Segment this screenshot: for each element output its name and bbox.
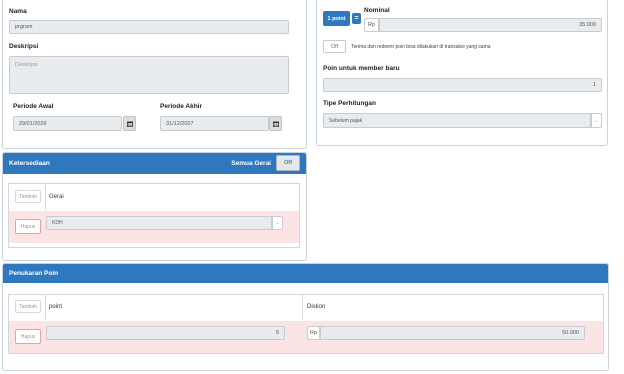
deskripsi-label: Deskripsi [9, 43, 39, 50]
same-transaction-text: Terima dan redeem poin bisa dilakukan di… [351, 44, 491, 50]
tipe-perhitungan-label: Tipe Perhitungan [323, 100, 376, 107]
same-transaction-toggle[interactable]: Off [323, 40, 346, 53]
calendar-icon [272, 121, 279, 127]
ketersediaan-header: Ketersediaan Semua Gerai Off [3, 153, 306, 174]
point-badge: 1 point [323, 11, 350, 26]
penukaran-row: Hapus 5 Rp 50.000 [9, 321, 603, 353]
gerai-column-divider [45, 184, 46, 210]
gerai-column-header: Gerai [49, 194, 64, 200]
tipe-perhitungan-dropdown-button[interactable]: ⌄ [591, 113, 602, 128]
gerai-select[interactable]: KDH [46, 216, 272, 230]
nama-input[interactable]: prgram [9, 20, 289, 34]
diskon-column-divider [302, 295, 303, 320]
periode-awal-label: Periode Awal [13, 103, 54, 110]
chevron-down-icon: ⌄ [275, 220, 280, 226]
tambah-penukaran-button[interactable]: Tambah [15, 300, 41, 313]
hapus-gerai-button[interactable]: Hapus [15, 219, 41, 234]
point-column-header: point [49, 304, 63, 310]
periode-akhir-label: Periode Akhir [160, 103, 203, 110]
poin-settings-panel: 1 point = Nominal Rp 35.000 Off Terima d… [316, 0, 608, 146]
periode-akhir-input[interactable]: 31/12/2027 [160, 116, 269, 131]
nominal-currency-addon: Rp [364, 18, 379, 32]
gerai-table: Tambah Gerai Hapus KDH ⌄ [8, 183, 300, 248]
equals-badge: = [352, 13, 361, 24]
diskon-input[interactable]: 50.000 [320, 326, 585, 340]
diskon-currency-addon: Rp [307, 326, 320, 340]
calendar-icon [126, 121, 133, 127]
hapus-penukaran-button[interactable]: Hapus [15, 329, 41, 344]
ketersediaan-title: Ketersediaan [9, 160, 50, 167]
member-baru-label: Poin untuk member baru [323, 65, 400, 72]
deskripsi-textarea[interactable]: Deskripsi [9, 56, 289, 94]
semua-gerai-label: Semua Gerai [231, 160, 271, 167]
periode-awal-calendar-button[interactable] [123, 116, 136, 131]
nominal-label: Nominal [364, 7, 390, 14]
program-info-panel: Nama prgram Deskripsi Deskripsi Periode … [2, 0, 307, 149]
penukaran-title: Penukaran Poin [9, 270, 59, 277]
nama-label: Nama [9, 8, 27, 15]
diskon-column-header: Diskon [307, 304, 326, 310]
point-input[interactable]: 5 [46, 326, 285, 340]
chevron-down-icon: ⌄ [594, 117, 599, 124]
ketersediaan-panel: Ketersediaan Semua Gerai Off Tambah Gera… [2, 152, 307, 261]
member-baru-input[interactable]: 1 [323, 78, 602, 92]
penukaran-poin-panel: Penukaran Poin Tambah point Diskon Hapus… [2, 263, 609, 371]
penukaran-table: Tambah point Diskon Hapus 5 Rp 50.000 [8, 294, 604, 354]
gerai-dropdown-button[interactable]: ⌄ [272, 216, 283, 230]
tipe-perhitungan-select[interactable]: Sebelum pajak [323, 113, 591, 128]
gerai-row: Hapus KDH ⌄ [9, 211, 299, 243]
point-column-divider [45, 295, 46, 320]
periode-awal-input[interactable]: 29/01/2026 [13, 116, 122, 131]
periode-akhir-calendar-button[interactable] [269, 116, 282, 131]
nominal-input[interactable]: 35.000 [379, 18, 602, 32]
semua-gerai-toggle[interactable]: Off [276, 155, 300, 171]
tambah-gerai-button[interactable]: Tambah [15, 190, 41, 203]
penukaran-header: Penukaran Poin [3, 264, 608, 283]
